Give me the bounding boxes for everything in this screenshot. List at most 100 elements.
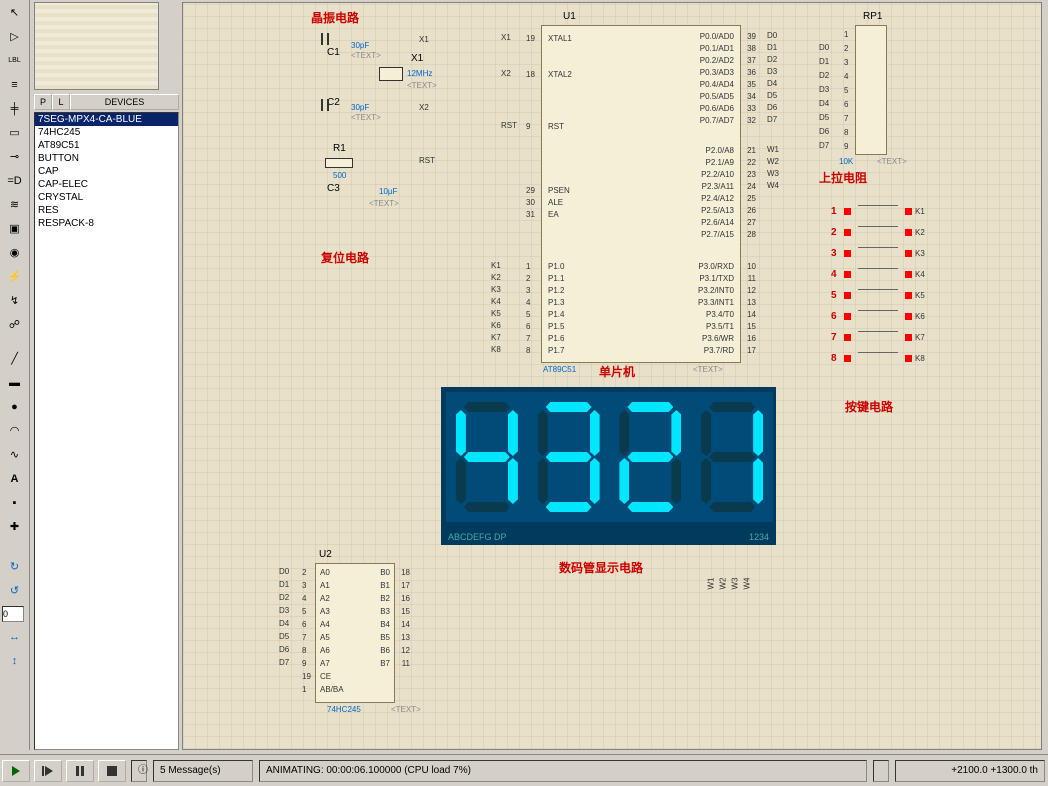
tool-probe-i[interactable]: ↯ [3,290,27,312]
mirror-h-icon[interactable]: ↔ [3,626,27,648]
pushbutton[interactable] [858,310,898,324]
probe-icon [905,250,912,257]
tool-box[interactable]: ▬ [3,372,27,394]
tool-symbol[interactable]: ▪ [3,492,27,514]
key-label: K7 [915,333,925,342]
mcu-at89c51[interactable]: XTAL119XTAL218RST9PSEN29ALE30EA31P1.01P1… [541,25,741,363]
pushbutton[interactable] [858,268,898,282]
device-item[interactable]: RESPACK-8 [35,217,178,230]
device-item[interactable]: CRYSTAL [35,191,178,204]
tool-text[interactable]: ≡ [3,74,27,96]
net-label: D7 [819,141,829,150]
pushbutton[interactable] [858,247,898,261]
tool-component[interactable]: ▷ [3,26,27,48]
tool-arc[interactable]: ◠ [3,420,27,442]
pushbutton[interactable] [858,352,898,366]
val-c3: 10µF [379,187,397,196]
step-button[interactable] [34,760,62,782]
tool-path[interactable]: ∿ [3,444,27,466]
net-label: K3 [491,285,501,294]
mcu-part: AT89C51 [543,365,576,374]
cap-c2[interactable] [311,99,341,111]
pin-number: 32 [747,116,756,125]
pin-label: P1.0 [548,262,564,271]
pin-label: P1.5 [548,322,564,331]
net-label: D3 [279,606,289,615]
pin-number: 8 [526,346,530,355]
tool-palette: ↖ ▷ LBL ≡ ╪ ▭ ⊸ =D ≋ ▣ ◉ ⚡ ↯ ☍ ╱ ▬ ● ◠ ∿… [0,0,30,750]
respack-rp1[interactable]: 123456789 [855,25,887,155]
net-label: D0 [767,31,777,40]
tool-bus[interactable]: ╪ [3,98,27,120]
pin-label: P2.3/A11 [702,182,734,191]
pin-number: 1 [844,30,848,39]
pin-label: P1.4 [548,310,564,319]
schematic-overview[interactable] [34,2,159,90]
picker-l-button[interactable]: L [52,94,70,110]
tool-tape[interactable]: ▣ [3,218,27,240]
pin-label: P3.3/INT1 [698,298,734,307]
pin-label: ALE [548,198,563,207]
probe-icon [844,229,851,236]
mirror-v-icon[interactable]: ↕ [3,650,27,672]
device-item[interactable]: 74HC245 [35,126,178,139]
rotate-ccw-icon[interactable]: ↺ [3,580,27,602]
tool-circle[interactable]: ● [3,396,27,418]
device-item[interactable]: BUTTON [35,152,178,165]
digit [615,400,685,514]
tool-label[interactable]: LBL [3,50,27,72]
play-button[interactable] [2,760,30,782]
pin-label: B5 [380,633,390,642]
pin-label: P2.1/A9 [706,158,734,167]
pin-label: P1.3 [548,298,564,307]
tool-subcircuit[interactable]: ▭ [3,122,27,144]
pin-number: 4 [302,594,306,603]
pin-number: 8 [302,646,306,655]
crystal-x1[interactable] [379,67,403,81]
tool-text2[interactable]: A [3,468,27,490]
info-icon[interactable]: ⓘ [131,760,147,782]
tool-arrow[interactable]: ↖ [3,2,27,24]
pin-number: 22 [747,158,756,167]
pin-number: 3 [302,581,306,590]
pin-number: 29 [526,186,535,195]
net-x2: X2 [419,103,429,112]
tool-terminal[interactable]: ⊸ [3,146,27,168]
net-rst: RST [419,156,435,165]
tool-pin[interactable]: =D [3,170,27,192]
res-r1[interactable] [325,158,353,168]
device-item[interactable]: CAP [35,165,178,178]
rotate-cw-icon[interactable]: ↻ [3,556,27,578]
cap-c1[interactable] [311,33,341,45]
tool-instrument[interactable]: ☍ [3,314,27,336]
pushbutton[interactable] [858,289,898,303]
tool-graph[interactable]: ≋ [3,194,27,216]
tool-marker[interactable]: ✚ [3,516,27,538]
pin-number: 9 [302,659,306,668]
schematic-canvas[interactable]: 晶振电路 复位电路 单片机 数码管显示电路 上拉电阻 按键电路 C1 30pF … [182,2,1042,750]
pin-label: P0.3/AD3 [700,68,734,77]
device-item[interactable]: AT89C51 [35,139,178,152]
anno-reset: 复位电路 [321,249,369,266]
tool-probe-v[interactable]: ⚡ [3,266,27,288]
device-list[interactable]: 7SEG-MPX4-CA-BLUE74HC245AT89C51BUTTONCAP… [34,112,179,750]
pushbutton[interactable] [858,331,898,345]
device-item[interactable]: 7SEG-MPX4-CA-BLUE [35,113,178,126]
status-gap [873,760,889,782]
pushbutton[interactable] [858,226,898,240]
pushbutton[interactable] [858,205,898,219]
pause-button[interactable] [66,760,94,782]
device-item[interactable]: RES [35,204,178,217]
chip-74hc245[interactable]: A02A13A24A35A46A57A68A79CE19AB/BA1B018B1… [315,563,395,703]
rotation-field[interactable] [2,606,24,622]
tool-line[interactable]: ╱ [3,348,27,370]
device-item[interactable]: CAP-ELEC [35,178,178,191]
picker-p-button[interactable]: P [34,94,52,110]
pin-label: B2 [380,594,390,603]
tool-generator[interactable]: ◉ [3,242,27,264]
stop-button[interactable] [98,760,126,782]
net-label: RST [501,121,517,130]
pin-label: P0.7/AD7 [700,116,734,125]
messages-cell[interactable]: 5 Message(s) [153,760,253,782]
seven-seg-display[interactable]: ABCDEFG DP 1234 [441,387,776,545]
